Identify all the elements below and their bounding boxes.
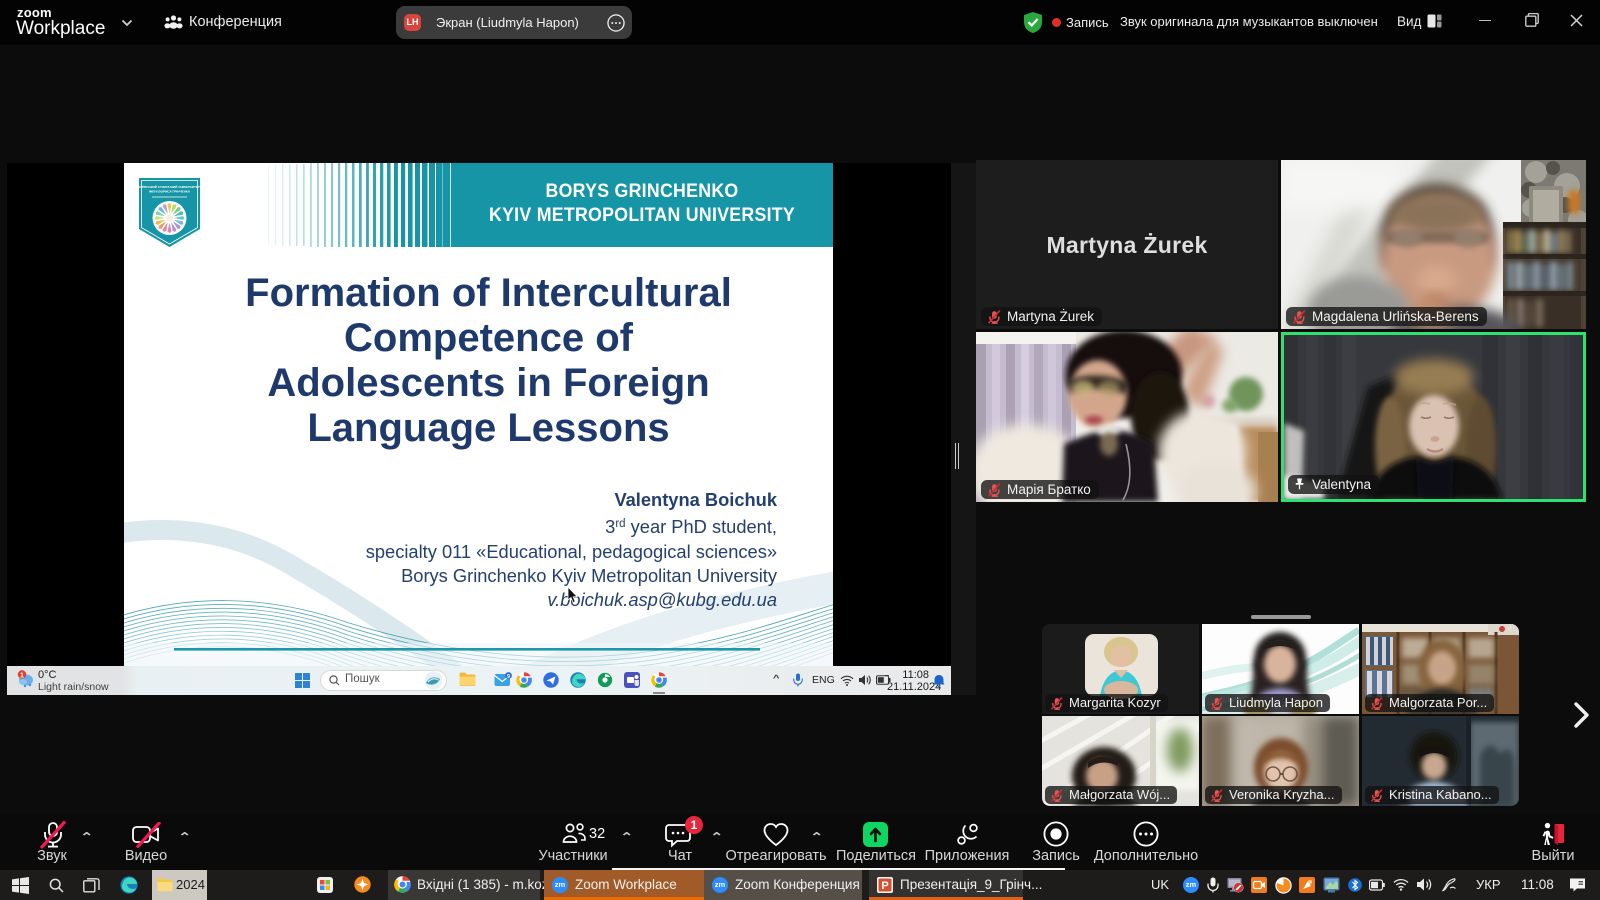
- svg-text:КИЇВСЬКИЙ СТОЛИЧНИЙ УНІВЕРСИТЕ: КИЇВСЬКИЙ СТОЛИЧНИЙ УНІВЕРСИТЕТ: [139, 185, 200, 189]
- svg-text:1: 1: [20, 671, 24, 680]
- svg-text:ІМЕНІ БОРИСА ГРІНЧЕНКА: ІМЕНІ БОРИСА ГРІНЧЕНКА: [149, 190, 191, 194]
- svg-text:9: 9: [507, 674, 510, 680]
- svg-text:P: P: [881, 880, 888, 892]
